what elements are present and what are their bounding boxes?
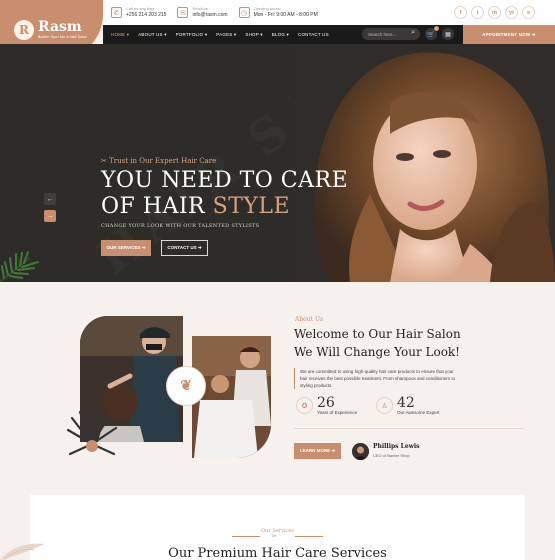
main-nav: HOME ▾ ABOUT US ▾ PORTFOLIO ▾ PAGES ▾ SH…: [103, 25, 555, 44]
nav-portfolio[interactable]: PORTFOLIO ▾: [176, 32, 208, 38]
nav-contact[interactable]: CONTACT US: [298, 32, 329, 38]
author-name: Phillips Lewis: [373, 443, 420, 450]
menu-button[interactable]: ▦: [442, 28, 454, 40]
services-kicker: Our Services: [261, 528, 294, 534]
hero-title-plain: OF HAIR: [101, 194, 213, 219]
salon-emblem-icon: ❦: [166, 366, 206, 406]
mail-icon: ✉: [177, 7, 189, 18]
barber-tools-illustration: [66, 408, 118, 456]
contact-value: +256 214 203 215: [126, 12, 167, 18]
services-title: Our Premium Hair Care Services: [168, 546, 387, 560]
nav-pages[interactable]: PAGES ▾: [216, 32, 236, 38]
barber-shaving-image: [192, 336, 271, 458]
grid-menu-icon: ▦: [445, 31, 451, 38]
about-divider: [294, 428, 524, 429]
award-icon: ✪: [296, 397, 313, 414]
about-title-line2: We Will Change Your Look!: [294, 345, 461, 359]
author-role: CEO of Barber Shop: [373, 453, 410, 458]
stat-number: 42: [397, 395, 415, 411]
leaf-decoration: [0, 543, 45, 560]
search-placeholder: Search here...: [368, 31, 397, 37]
about-kicker: About Us: [295, 316, 324, 323]
brand-tagline: Barber Spa Hair & Nail Salon: [38, 35, 88, 39]
contact-email[interactable]: ✉ Email us: info@rasm.com: [177, 6, 228, 19]
scissors-icon: ✂: [272, 534, 278, 540]
facebook-icon[interactable]: f: [454, 6, 467, 19]
nav-blog[interactable]: BLOG ▾: [272, 32, 289, 38]
cart-button[interactable]: 🛒 0: [425, 26, 439, 40]
slider-next-button[interactable]: →: [44, 210, 56, 222]
learn-more-button[interactable]: LEARN MORE ➔: [294, 443, 341, 459]
nav-home[interactable]: HOME ▾: [111, 32, 129, 38]
nav-about[interactable]: ABOUT US ▾: [138, 32, 166, 38]
stat-experience: ✪ 26 Years of Experience: [296, 396, 357, 415]
contact-hours: ◷ Opening hours: Mon - Fri: 9:00 AM - 8:…: [238, 6, 318, 19]
about-description: We are committed to using high-quality h…: [294, 368, 456, 389]
stat-experts: ♙ 42 Our Awesome Expert: [376, 396, 439, 415]
stat-label: Our Awesome Expert: [397, 410, 440, 415]
linkedin-icon[interactable]: in: [488, 6, 501, 19]
stat-label: Years of Experience: [317, 410, 358, 415]
contact-phone[interactable]: ✆ Call us any time: +256 214 203 215: [111, 6, 166, 19]
services-divider-right: [295, 536, 323, 537]
hero-model-image: [290, 44, 555, 282]
hero-title-line2: OF HAIR STYLE: [101, 194, 290, 219]
our-services-button[interactable]: OUR SERVICES ➔: [101, 240, 151, 256]
search-input[interactable]: Search here... ⌕: [362, 28, 420, 40]
clock-icon: ◷: [238, 7, 250, 18]
about-title-line1: Welcome to Our Hair Salon: [294, 327, 461, 341]
cart-icon: 🛒: [427, 31, 435, 38]
top-bar: ✆ Call us any time: +256 214 203 215 ✉ E…: [103, 0, 555, 25]
nav-shop[interactable]: SHOP ▾: [245, 32, 262, 38]
cart-count-badge: 0: [434, 26, 439, 31]
expert-icon: ♙: [376, 397, 393, 414]
services-divider-left: [232, 536, 260, 537]
contact-us-button[interactable]: CONTACT US ➔: [161, 240, 208, 256]
brand-name: Rasm: [38, 19, 82, 35]
hero-slider: HAIR SALON ← → ✂ Trust in Our Expert Hai…: [0, 44, 555, 282]
services-section: ✂ Our Services Our Premium Hair Care Ser…: [30, 495, 525, 560]
hero-subtitle: CHANGE YOUR LOOK WITH OUR TALENTED STYLI…: [101, 223, 260, 229]
logo-mark-icon: R: [14, 20, 34, 40]
phone-icon: ✆: [111, 7, 122, 18]
twitter-icon[interactable]: t: [471, 6, 484, 19]
social-links: f t in yt s: [454, 6, 535, 19]
page: R Rasm Barber Spa Hair & Nail Salon ✆ Ca…: [0, 0, 555, 560]
hero-kicker: ✂ Trust in Our Expert Hair Care: [101, 157, 217, 165]
contact-value: info@rasm.com: [192, 12, 228, 18]
search-icon[interactable]: ⌕: [411, 29, 415, 37]
slider-prev-button[interactable]: ←: [44, 193, 56, 205]
hero-title-accent: STYLE: [212, 194, 291, 219]
about-images: ❦: [62, 316, 275, 464]
youtube-icon[interactable]: yt: [505, 6, 518, 19]
contact-value: Mon - Fri: 9:00 AM - 8:00 PM: [253, 12, 318, 18]
stat-number: 26: [317, 395, 335, 411]
author-avatar: [352, 443, 369, 460]
hero-title-line1: YOU NEED TO CARE: [101, 168, 349, 193]
palm-leaf-decoration: [0, 251, 39, 282]
appointment-button[interactable]: APPOINTMENT NOW ➔: [463, 25, 555, 44]
skype-icon[interactable]: s: [522, 6, 535, 19]
